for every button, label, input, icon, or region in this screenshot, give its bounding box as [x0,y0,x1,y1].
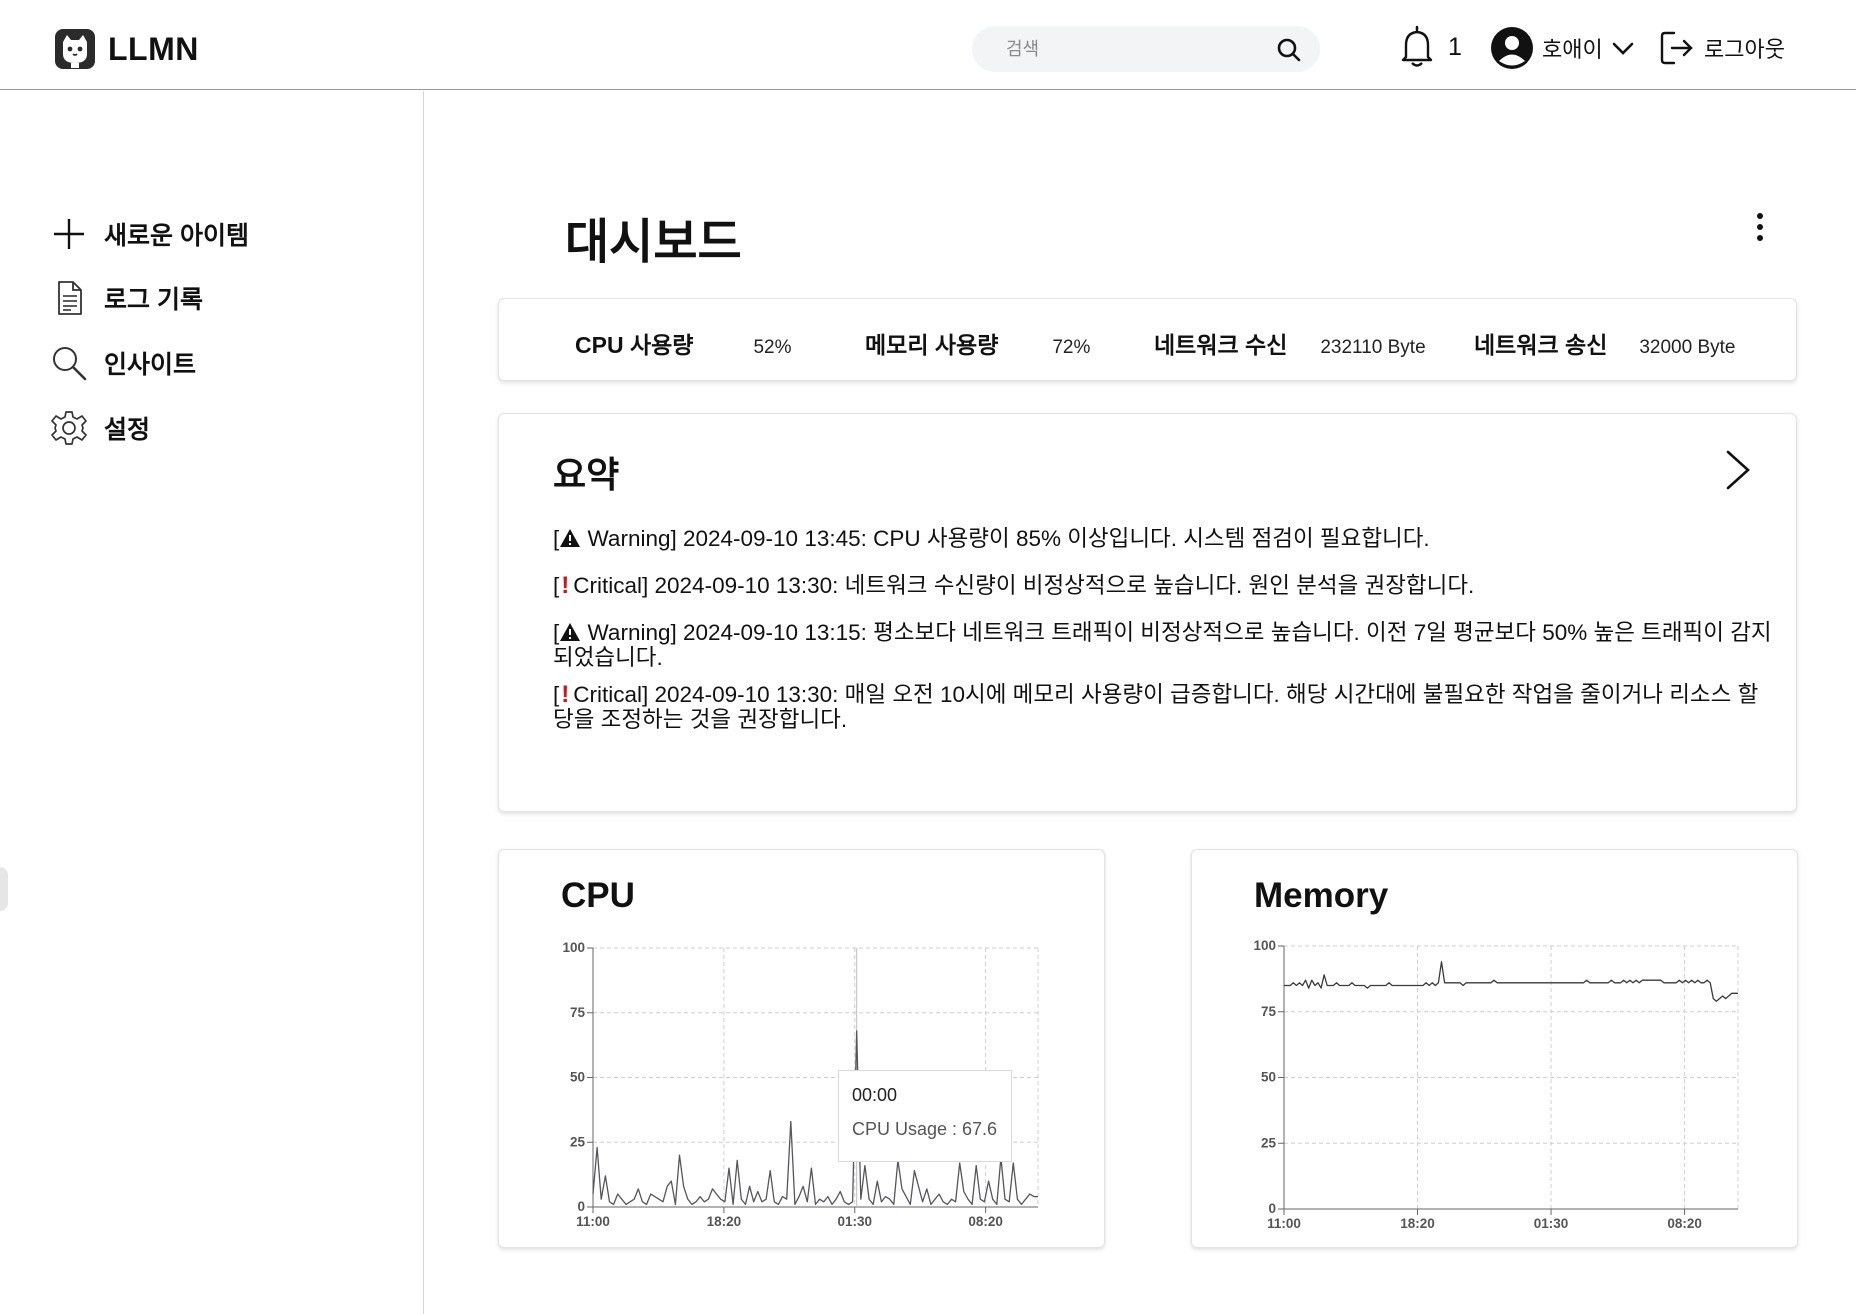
summary-title: 요약 [553,454,620,495]
x-tick-label: 08:20 [1667,1216,1702,1231]
metric-label: 네트워크 수신 [1154,332,1288,358]
metrics-bar: CPU 사용량 52% 메모리 사용량 72% 네트워크 수신 232110 B… [498,298,1797,381]
notification-count: 1 [1448,32,1462,61]
cat-logo-icon [55,29,95,69]
logout-label: 로그아웃 [1704,37,1785,62]
metric-memory: 메모리 사용량 72% [865,326,1090,360]
metric-value: 72% [1052,337,1091,358]
cpu-line-chart[interactable]: 0 25 50 75 100 11:00 18:20 01:30 08:20 [499,850,1106,1249]
user-name: 호애이 [1542,37,1603,62]
metric-label: 메모리 사용량 [865,332,999,358]
more-options-icon[interactable] [1746,210,1774,246]
y-tick-label: 25 [570,1134,586,1149]
sidebar-item-label: 로그 기록 [104,286,203,314]
bell-icon[interactable] [1396,25,1438,69]
metric-value: 32000 Byte [1639,337,1736,358]
search-input[interactable] [1006,36,1256,62]
warning-icon [560,529,581,547]
exclamation-icon: ! [561,681,570,708]
x-tick-label: 18:20 [1400,1216,1435,1231]
exclamation-icon: ! [561,572,570,599]
sidebar-collapse-handle[interactable] [0,867,8,911]
sidebar: 새로운 아이템 로그 기록 인사이트 설정 [0,91,424,1314]
sidebar-item-insight[interactable]: 인사이트 [50,344,196,382]
memory-line-chart[interactable]: 0 25 50 75 100 11:00 18:20 01:30 08:20 [1192,850,1799,1249]
search-icon[interactable] [1276,37,1302,63]
sidebar-item-label: 새로운 아이템 [104,222,249,250]
alert-text: Warning] 2024-09-10 13:15: 평소보다 네트워크 트래픽… [553,620,1772,670]
metric-value: 232110 Byte [1320,337,1426,358]
x-tick-label: 11:00 [1267,1216,1301,1231]
summary-card: 요약 [ Warning] 2024-09-10 13:45: CPU 사용량이… [498,413,1797,812]
y-tick-label: 0 [1268,1201,1276,1216]
chevron-down-icon[interactable] [1611,36,1635,60]
tooltip-time: 00:00 [852,1085,898,1105]
logo[interactable]: LLMN [54,28,199,70]
series-line [1284,961,1738,1002]
sidebar-item-label: 설정 [104,416,151,444]
y-tick-label: 0 [577,1199,585,1214]
x-tick-label: 18:20 [707,1214,742,1229]
chevron-right-icon[interactable] [1720,448,1754,492]
logout-button[interactable]: 로그아웃 [1658,29,1785,67]
metric-network-rx: 네트워크 수신 232110 Byte [1154,326,1426,360]
warning-icon [560,623,581,641]
y-tick-label: 75 [1261,1004,1277,1019]
page-title: 대시보드 [565,216,742,269]
top-header: LLMN 1 호애이 로그아웃 [0,0,1856,90]
sidebar-item-new-item[interactable]: 새로운 아이템 [50,215,249,253]
metric-value: 52% [753,337,792,358]
y-tick-label: 100 [562,940,585,955]
metric-label: CPU 사용량 [575,332,694,358]
y-tick-label: 100 [1253,938,1276,953]
alert-text: Critical] 2024-09-10 13:30: 네트워크 수신량이 비정… [573,573,1475,598]
user-menu[interactable]: 호애이 [1490,26,1635,70]
alert-item[interactable]: [ Warning] 2024-09-10 13:15: 평소보다 네트워크 트… [553,620,1773,670]
document-icon [58,281,82,315]
plus-icon [54,219,84,249]
notifications[interactable]: 1 [1396,25,1462,69]
search-icon [53,347,87,381]
x-tick-label: 11:00 [576,1214,610,1229]
memory-chart-card: Memory 0 25 50 75 100 11:00 18:20 01:30 08:20 [1191,849,1798,1248]
sidebar-item-settings[interactable]: 설정 [50,409,150,447]
user-avatar-icon [1491,27,1533,69]
alert-text: Critical] 2024-09-10 13:30: 매일 오전 10시에 메… [553,682,1759,732]
x-tick-label: 01:30 [1534,1216,1569,1231]
sidebar-item-logs[interactable]: 로그 기록 [50,279,203,317]
alert-text: Warning] 2024-09-10 13:45: CPU 사용량이 85% … [587,526,1430,551]
search-bar[interactable] [972,26,1320,72]
chart-tooltip: 00:00 CPU Usage : 67.6 [838,1070,1012,1162]
y-tick-label: 50 [1261,1070,1276,1085]
x-tick-label: 08:20 [968,1214,1003,1229]
x-tick-label: 01:30 [837,1214,872,1229]
gear-icon [51,411,87,445]
sidebar-item-label: 인사이트 [104,351,197,379]
metric-cpu: CPU 사용량 52% [575,326,791,360]
alert-list: [ Warning] 2024-09-10 13:45: CPU 사용량이 85… [553,526,1773,754]
alert-item[interactable]: [! Critical] 2024-09-10 13:30: 네트워크 수신량이 … [553,573,1773,598]
logout-icon [1660,31,1693,65]
tooltip-value: CPU Usage : 67.6 [852,1119,998,1139]
metric-network-tx: 네트워크 송신 32000 Byte [1474,326,1736,360]
y-tick-label: 50 [570,1070,585,1085]
y-tick-label: 25 [1261,1135,1277,1150]
logo-text: LLMN [108,30,199,67]
y-tick-label: 75 [570,1005,586,1020]
metric-label: 네트워크 송신 [1474,332,1608,358]
cpu-chart-card: CPU 0 25 50 75 100 11:00 18:20 01:30 08:20 00:00… [498,849,1105,1248]
alert-item[interactable]: [! Critical] 2024-09-10 13:30: 매일 오전 10시에… [553,682,1773,732]
alert-item[interactable]: [ Warning] 2024-09-10 13:45: CPU 사용량이 85… [553,526,1773,551]
